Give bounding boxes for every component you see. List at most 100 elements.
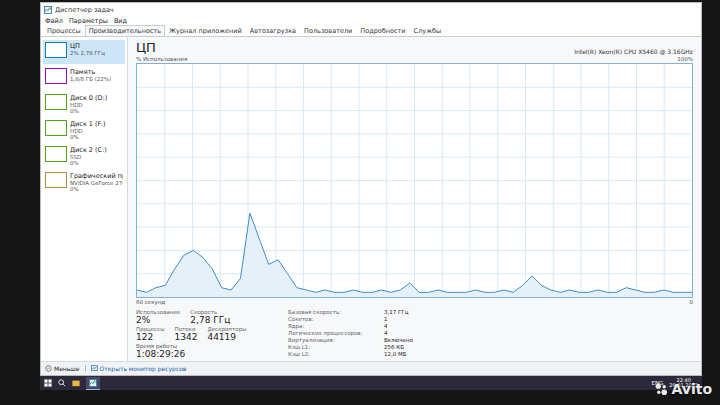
chart-line-segment — [419, 292, 428, 293]
spec-row: Ядра:4 — [288, 323, 413, 330]
sidebar-text: Диск 0 (D:)HDD0% — [70, 94, 107, 114]
taskbar: ENG22:4026.01.2023 — [40, 376, 702, 390]
chart-line-segment — [297, 288, 306, 290]
menu-item[interactable]: Параметры — [69, 17, 108, 25]
stat-label: Потоки — [175, 326, 198, 332]
chart-line-segment — [673, 292, 682, 293]
sidebar-item[interactable]: Память1,8/8 ГБ (22%) — [43, 66, 125, 90]
chart-line-segment — [636, 290, 645, 292]
resource-monitor-icon — [91, 365, 98, 372]
taskbar-app-button[interactable] — [86, 377, 100, 390]
tab[interactable]: Службы — [410, 25, 446, 36]
grid-line — [137, 110, 692, 111]
chart-line-segment — [146, 288, 155, 293]
separator — [85, 365, 86, 372]
chart-min-label: 0 — [690, 299, 694, 305]
menu-item[interactable]: Файл — [45, 17, 63, 25]
sidebar-item-detail: HDD — [70, 128, 106, 134]
stat-label: Использование — [136, 309, 180, 315]
chart-line-segment — [259, 239, 268, 265]
sidebar-item-detail: 0% — [70, 108, 107, 114]
grid-line — [137, 157, 692, 158]
stat: Использование2% — [136, 309, 180, 325]
chart-line-segment — [335, 292, 344, 293]
grid-line — [137, 273, 692, 274]
stats-area: Использование2% Скорость2,78 ГГц Процессы1… — [136, 306, 693, 359]
grid-line — [137, 133, 692, 134]
chart-line-segment — [626, 288, 635, 290]
footer: Меньше Открыть монитор ресурсов — [41, 361, 701, 375]
sidebar-item-name: Диск 0 (D:) — [70, 94, 107, 102]
screen: Диспетчер задачФайлПараметрыВидПроцессыП… — [40, 2, 702, 390]
sidebar-item[interactable]: Диск 0 (D:)HDD0% — [43, 92, 125, 116]
stat: Скорость2,78 ГГц — [190, 309, 230, 325]
grid-line — [137, 227, 692, 228]
sidebar-text: Память1,8/8 ГБ (22%) — [70, 68, 111, 82]
chart-line-segment — [391, 290, 400, 292]
search-icon[interactable] — [58, 379, 66, 387]
chart-line-segment — [560, 290, 569, 292]
mini-graph — [45, 42, 67, 58]
chart-line-segment — [438, 290, 447, 292]
chart-area — [137, 213, 692, 297]
less-button[interactable]: Меньше — [45, 365, 80, 372]
panel-title: ЦП — [136, 40, 156, 55]
sidebar-item[interactable]: Графический проNVIDIA GeForce 270 560% — [43, 170, 125, 194]
sidebar-item-name: Графический про — [70, 172, 123, 180]
tab[interactable]: Производительность — [85, 25, 165, 36]
sidebar-item[interactable]: Диск 2 (C:)SSD0% — [43, 144, 125, 168]
folder-icon[interactable] — [72, 379, 80, 387]
grid-line — [137, 87, 692, 88]
mini-graph — [45, 172, 67, 188]
chart-line-segment — [589, 290, 598, 292]
sidebar-item[interactable]: ЦП2% 2,78 ГГц — [43, 40, 125, 64]
spec-label: Виртуализация: — [288, 337, 378, 344]
grid-line — [137, 180, 692, 181]
windows-start-icon[interactable] — [44, 379, 52, 387]
sidebar-item-detail: 2% 2,78 ГГц — [70, 50, 105, 56]
tab[interactable]: Журнал приложений — [165, 25, 246, 36]
mini-graph — [45, 94, 67, 110]
task-manager-icon — [44, 6, 52, 14]
sidebar-item-detail: SSD — [70, 154, 107, 160]
sidebar-item-detail: 0% — [70, 134, 106, 140]
menu-item[interactable]: Вид — [114, 17, 127, 25]
chart-title: % Использования — [136, 56, 187, 62]
spec-label: Кэш L2: — [288, 351, 378, 358]
cpu-panel: ЦПIntel(R) Xeon(R) CPU X5460 @ 3.16GHz% … — [128, 37, 701, 361]
spec-row: Базовая скорость:3,17 ГГц — [288, 309, 413, 316]
chart-line-segment — [156, 285, 165, 287]
resource-monitor-link[interactable]: Открыть монитор ресурсов — [91, 365, 187, 372]
stat-value: 1342 — [175, 332, 198, 342]
chart-line-segment — [372, 290, 381, 292]
chart-line-segment — [278, 260, 287, 274]
chart-line-segment — [400, 283, 409, 290]
sidebar-item-name: Диск 1 (F:) — [70, 120, 106, 128]
window-title: Диспетчер задач — [55, 6, 114, 14]
sidebar-item-name: Диск 2 (C:) — [70, 146, 107, 154]
stat: Дескрипторы44119 — [207, 326, 246, 342]
tab[interactable]: Подробности — [356, 25, 409, 36]
sidebar-item[interactable]: Диск 1 (F:)HDD0% — [43, 118, 125, 142]
tab[interactable]: Процессы — [43, 25, 85, 36]
grid-line — [137, 250, 692, 251]
mini-graph — [45, 68, 67, 84]
chart-line-segment — [504, 290, 513, 292]
chart-line-segment — [222, 288, 231, 290]
stats-row: Использование2% Скорость2,78 ГГц — [136, 309, 276, 325]
sidebar-text: Диск 2 (C:)SSD0% — [70, 146, 107, 166]
stat-label: Скорость — [190, 309, 230, 315]
chart-line-segment — [541, 285, 550, 290]
chart-line-segment — [466, 290, 475, 292]
chart-line-segment — [683, 292, 692, 293]
chart-line-segment — [353, 290, 362, 292]
chart-line-segment — [523, 276, 532, 285]
task-manager-icon — [89, 379, 97, 387]
tab[interactable]: Автозагрузка — [246, 25, 300, 36]
stat: Процессы122 — [136, 326, 165, 342]
chart-line-segment — [617, 288, 626, 293]
stat-value: 122 — [136, 332, 165, 342]
tab[interactable]: Пользователи — [300, 25, 356, 36]
sidebar-text: Диск 1 (F:)HDD0% — [70, 120, 106, 140]
sidebar-text: Графический проNVIDIA GeForce 270 560% — [70, 172, 123, 192]
